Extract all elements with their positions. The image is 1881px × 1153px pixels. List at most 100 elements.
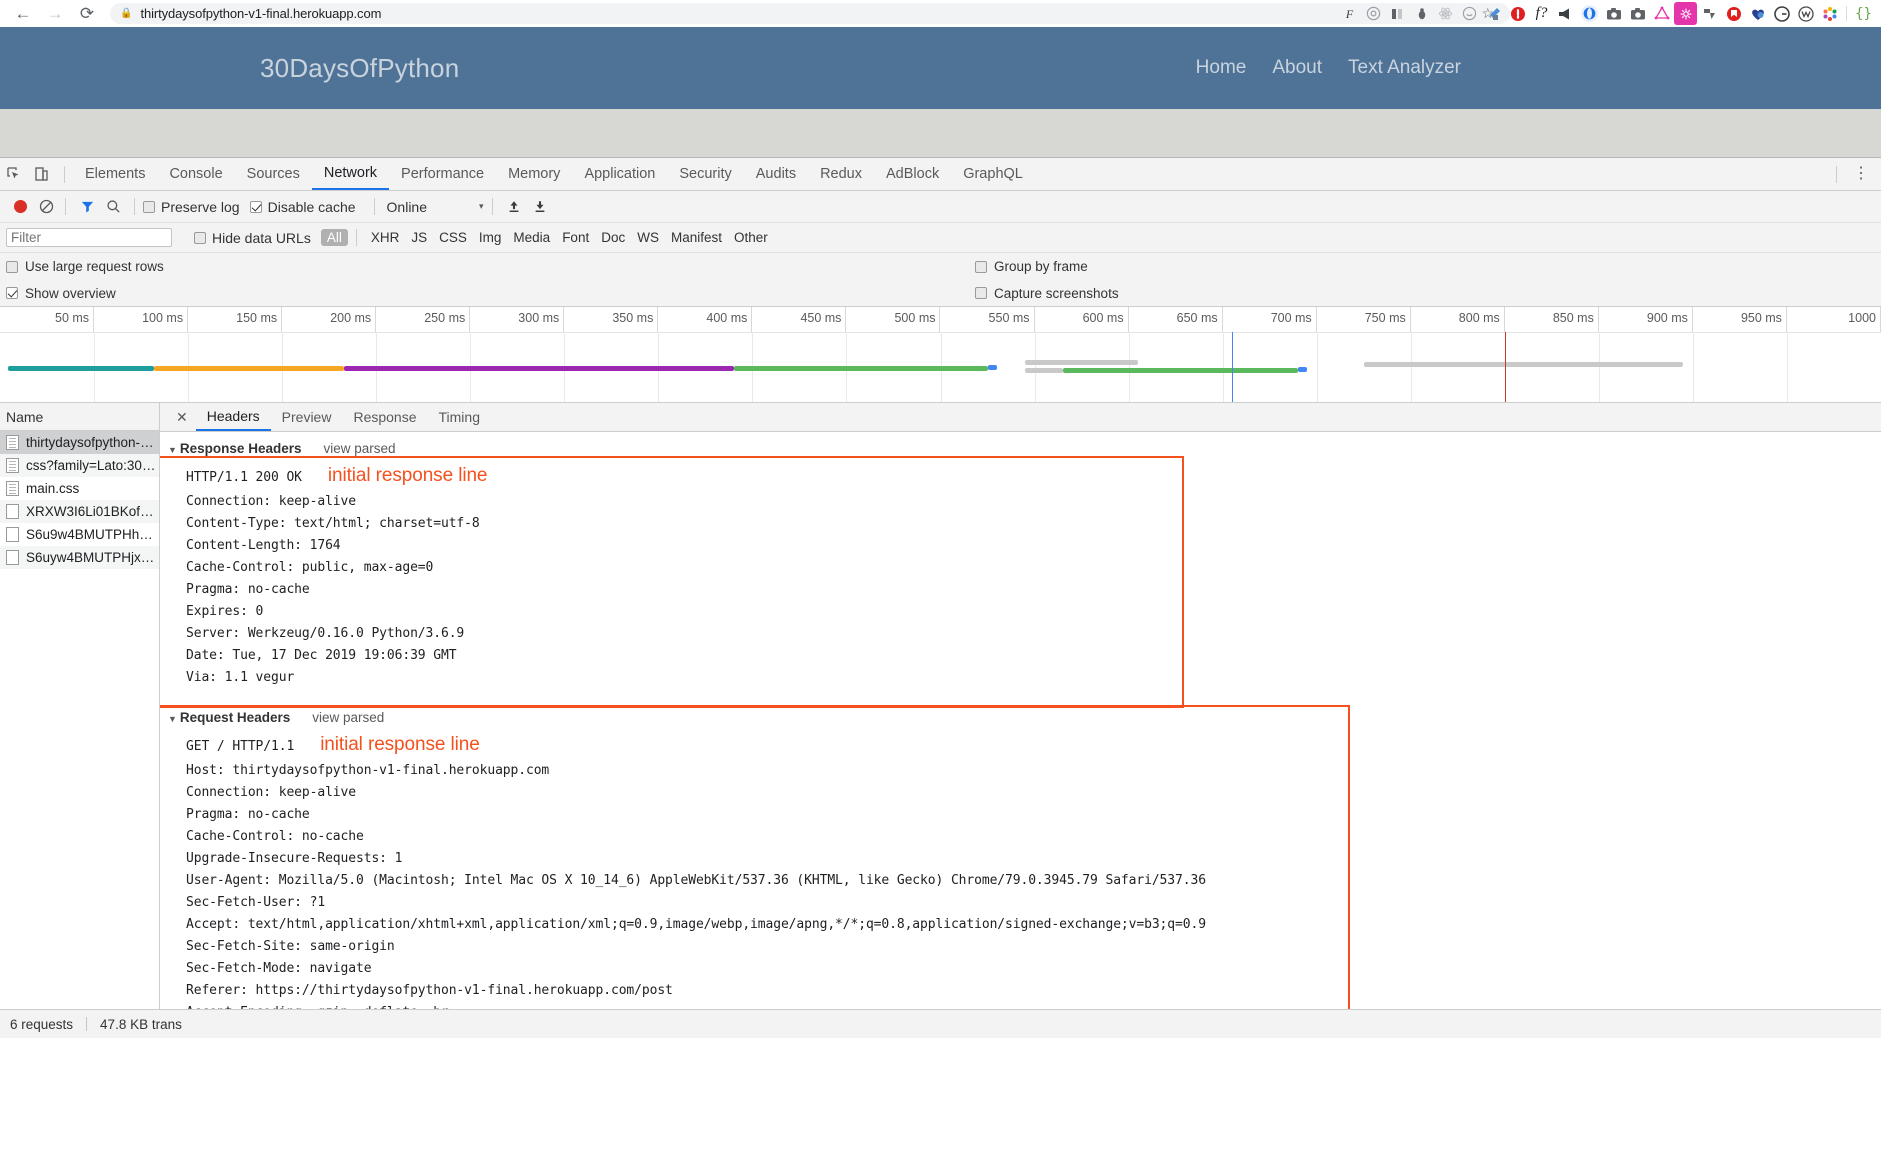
- preserve-log-checkbox[interactable]: Preserve log: [143, 199, 240, 215]
- target-icon[interactable]: [1362, 2, 1385, 25]
- grammarly-icon[interactable]: [1770, 2, 1793, 25]
- reload-icon[interactable]: ⟳: [72, 2, 102, 26]
- inspect-element-icon[interactable]: [0, 161, 28, 187]
- tab-audits[interactable]: Audits: [744, 159, 808, 190]
- opera-icon[interactable]: [1578, 2, 1601, 25]
- tab-memory[interactable]: Memory: [496, 159, 572, 190]
- filter-input[interactable]: [6, 228, 172, 247]
- pocket-icon[interactable]: [1722, 2, 1745, 25]
- request-row[interactable]: S6u9w4BMUTPHh7U…: [0, 523, 159, 546]
- arrow-pin-icon[interactable]: [1698, 2, 1721, 25]
- device-toolbar-icon[interactable]: [28, 161, 56, 187]
- detail-tab-response[interactable]: Response: [342, 403, 427, 431]
- timeline-segment: [344, 366, 733, 371]
- tab-network[interactable]: Network: [312, 159, 389, 190]
- filter-type-media[interactable]: Media: [507, 229, 556, 246]
- back-arrow-icon[interactable]: ←: [8, 2, 38, 26]
- network-overview-timeline[interactable]: 50 ms100 ms150 ms200 ms250 ms300 ms350 m…: [0, 307, 1881, 403]
- hide-data-urls-checkbox[interactable]: Hide data URLs: [194, 230, 311, 246]
- fonts-ninja-icon[interactable]: f?: [1530, 2, 1553, 25]
- request-headers-head[interactable]: ▼Request Headers view parsed: [160, 705, 1881, 730]
- settings-pink-icon[interactable]: [1674, 2, 1697, 25]
- filter-type-css[interactable]: CSS: [433, 229, 473, 246]
- timeline-segment: [734, 366, 988, 371]
- filter-type-other[interactable]: Other: [728, 229, 774, 246]
- request-row[interactable]: thirtydaysofpython-v1…: [0, 431, 159, 454]
- timeline-tick: 450 ms: [752, 307, 846, 332]
- filter-type-manifest[interactable]: Manifest: [665, 229, 728, 246]
- tab-security[interactable]: Security: [667, 159, 743, 190]
- timeline-marker: [1232, 332, 1233, 402]
- header-line: User-Agent: Mozilla/5.0 (Macintosh; Inte…: [160, 869, 1881, 891]
- smiley-icon[interactable]: [1458, 2, 1481, 25]
- wappalyzer-icon[interactable]: [1794, 2, 1817, 25]
- detail-tab-preview[interactable]: Preview: [271, 403, 343, 431]
- adblock-icon[interactable]: [1506, 2, 1529, 25]
- header-line: Host: thirtydaysofpython-v1-final.heroku…: [160, 759, 1881, 781]
- nav-link-about[interactable]: About: [1272, 57, 1322, 79]
- filter-type-img[interactable]: Img: [473, 229, 508, 246]
- show-overview-checkbox[interactable]: Show overview: [6, 286, 116, 301]
- tab-application[interactable]: Application: [572, 159, 667, 190]
- address-bar[interactable]: 🔒 thirtydaysofpython-v1-final.herokuapp.…: [110, 3, 1510, 24]
- filter-type-font[interactable]: Font: [556, 229, 595, 246]
- response-headers-head[interactable]: ▼Response Headers view parsed: [160, 436, 1881, 461]
- response-view-parsed-link[interactable]: view parsed: [323, 441, 395, 456]
- color-wheel-icon[interactable]: [1818, 2, 1841, 25]
- disable-cache-checkbox[interactable]: Disable cache: [250, 199, 356, 215]
- filter-type-ws[interactable]: WS: [631, 229, 665, 246]
- request-row[interactable]: css?family=Lato:300,…: [0, 454, 159, 477]
- camera-icon[interactable]: [1602, 2, 1625, 25]
- request-view-parsed-link[interactable]: view parsed: [312, 710, 384, 725]
- eyedropper-icon[interactable]: [1482, 2, 1505, 25]
- json-viewer-icon[interactable]: {}: [1852, 2, 1875, 25]
- more-options-icon[interactable]: ⋮: [1847, 166, 1875, 182]
- fireshot-icon[interactable]: [1626, 2, 1649, 25]
- collapse-triangle-icon[interactable]: ▼: [168, 445, 177, 455]
- toolbar-divider-2: [134, 198, 135, 215]
- capture-screenshots-checkbox[interactable]: Capture screenshots: [975, 286, 1119, 301]
- import-har-icon[interactable]: [501, 196, 527, 218]
- close-icon[interactable]: ✕: [168, 409, 196, 426]
- record-button-icon[interactable]: [14, 200, 27, 213]
- throttle-select[interactable]: Online ▾: [387, 199, 484, 215]
- detail-tab-timing[interactable]: Timing: [428, 403, 492, 431]
- timeline-tick: 950 ms: [1693, 307, 1787, 332]
- filter-type-js[interactable]: JS: [405, 229, 433, 246]
- react-icon[interactable]: [1434, 2, 1457, 25]
- tab-redux[interactable]: Redux: [808, 159, 874, 190]
- export-har-icon[interactable]: [527, 196, 553, 218]
- detail-tab-headers[interactable]: Headers: [196, 403, 271, 431]
- forward-arrow-icon[interactable]: →: [40, 2, 70, 26]
- tab-performance[interactable]: Performance: [389, 159, 496, 190]
- nav-link-text-analyzer[interactable]: Text Analyzer: [1348, 57, 1461, 79]
- timeline-tick: 550 ms: [941, 307, 1035, 332]
- font-finder-icon[interactable]: F: [1338, 2, 1361, 25]
- request-row[interactable]: XRXW3I6Li01BKofAn…: [0, 500, 159, 523]
- collapse-triangle-icon-2[interactable]: ▼: [168, 714, 177, 724]
- timeline-tick-label: 650 ms: [1177, 311, 1218, 325]
- panel-divider-icon: [1836, 166, 1837, 183]
- filter-type-xhr[interactable]: XHR: [365, 229, 406, 246]
- group-by-frame-checkbox[interactable]: Group by frame: [975, 259, 1088, 274]
- bug-icon[interactable]: [1410, 2, 1433, 25]
- nav-link-home[interactable]: Home: [1196, 57, 1247, 79]
- search-icon[interactable]: [100, 196, 126, 218]
- use-large-request-rows-checkbox[interactable]: Use large request rows: [6, 259, 164, 274]
- request-row-name: XRXW3I6Li01BKofAn…: [26, 504, 159, 519]
- request-row[interactable]: S6uyw4BMUTPHjx4w…: [0, 546, 159, 569]
- filter-funnel-icon[interactable]: [74, 196, 100, 218]
- tab-console[interactable]: Console: [157, 159, 234, 190]
- megaphone-icon[interactable]: [1554, 2, 1577, 25]
- graphql-icon[interactable]: [1650, 2, 1673, 25]
- tab-elements[interactable]: Elements: [73, 159, 157, 190]
- filter-type-all[interactable]: All: [321, 229, 348, 246]
- heart-badge-icon[interactable]: [1746, 2, 1769, 25]
- request-row[interactable]: main.css: [0, 477, 159, 500]
- tab-adblock[interactable]: AdBlock: [874, 159, 951, 190]
- clear-icon[interactable]: [35, 196, 57, 218]
- tab-graphql[interactable]: GraphQL: [951, 159, 1035, 190]
- tab-sources[interactable]: Sources: [235, 159, 312, 190]
- columns-icon[interactable]: [1386, 2, 1409, 25]
- filter-type-doc[interactable]: Doc: [595, 229, 631, 246]
